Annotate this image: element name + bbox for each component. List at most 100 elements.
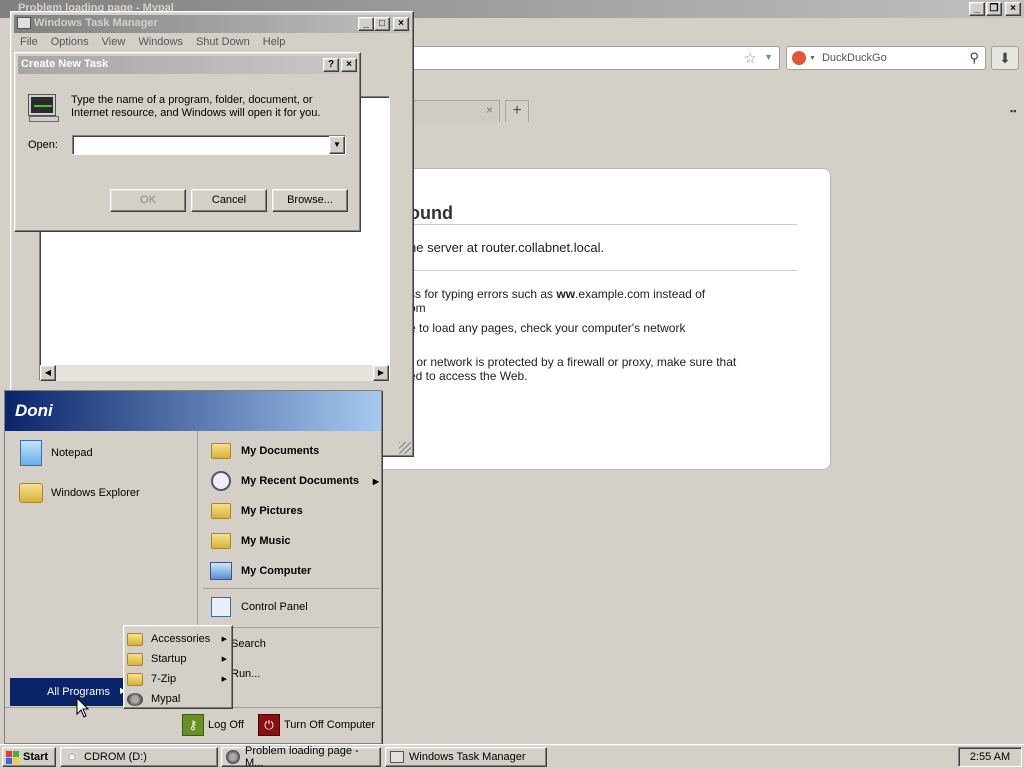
downloads-button[interactable]: ⬇ (991, 46, 1019, 70)
tip3-line1: r or network is protected by a firewall … (409, 355, 737, 369)
mypal-icon (127, 692, 143, 706)
tm-menu-file[interactable]: File (20, 36, 38, 48)
control-panel-item[interactable]: Control Panel (207, 593, 308, 621)
my-recent-documents-item[interactable]: My Recent Documents ▶ (207, 467, 379, 495)
system-tray: 2:55 AM (958, 747, 1022, 767)
browser-close-button[interactable]: × (1005, 2, 1021, 16)
submenu-arrow-icon: ▶ (372, 476, 379, 486)
download-arrow-icon: ⬇ (999, 50, 1011, 66)
tm-close-button[interactable]: × (393, 17, 409, 31)
search-item[interactable]: Search (231, 638, 266, 650)
my-documents-item[interactable]: My Documents (207, 437, 319, 465)
open-combobox[interactable]: ▼ (72, 135, 346, 155)
error-tip-1: ss for typing errors such as ww.example.… (409, 287, 705, 315)
task-manager-title: Windows Task Manager (34, 17, 158, 29)
dialog-close-button[interactable]: × (341, 58, 357, 72)
control-panel-label: Control Panel (241, 601, 308, 613)
tm-menu-options[interactable]: Options (51, 36, 89, 48)
turn-off-button[interactable]: ⏻ Turn Off Computer (258, 714, 375, 736)
log-off-label: Log Off (208, 719, 244, 731)
search-label: Search (231, 638, 266, 650)
ok-button[interactable]: OK (110, 189, 186, 212)
tip1-rest: .example.com instead of (575, 287, 706, 301)
pinned-explorer-label: Windows Explorer (51, 487, 140, 499)
right-pane-divider (203, 588, 379, 589)
pinned-windows-explorer[interactable]: Windows Explorer (17, 479, 140, 507)
help-button[interactable]: ? (323, 58, 339, 72)
search-bar[interactable]: ▼ DuckDuckGo ⚲ (786, 46, 986, 70)
submenu-item-accessories[interactable]: Accessories ▶ (127, 630, 229, 648)
clock[interactable]: 2:55 AM (970, 751, 1010, 763)
tip3-line2: ed to access the Web. (409, 369, 528, 383)
url-bar[interactable]: ☆ ▼ (400, 46, 780, 70)
power-icon: ⏻ (258, 714, 280, 736)
tm-hscrollbar[interactable]: ◀ ▶ (40, 365, 389, 381)
pinned-notepad[interactable]: Notepad (17, 439, 93, 467)
submenu-item-7zip[interactable]: 7-Zip ▶ (127, 670, 229, 688)
task-manager-taskbar-icon (390, 751, 404, 763)
my-music-label: My Music (241, 535, 291, 547)
tab-close-icon[interactable]: × (486, 103, 493, 117)
run-item[interactable]: Run... (231, 668, 260, 680)
cdrom-label: CDROM (D:) (84, 751, 147, 763)
cancel-button[interactable]: Cancel (191, 189, 267, 212)
taskbar: Start CDROM (D:) Problem loading page - … (0, 744, 1024, 769)
log-off-button[interactable]: ⚷ Log Off (182, 714, 244, 736)
startup-folder-icon (127, 652, 143, 666)
tm-resize-grip-icon[interactable] (399, 442, 411, 454)
browse-button[interactable]: Browse... (272, 189, 348, 212)
all-programs-button[interactable]: All Programs ▶ (10, 678, 131, 706)
run-icon (28, 94, 59, 123)
browser-tab[interactable]: × (400, 100, 500, 122)
scroll-right-button[interactable]: ▶ (373, 365, 389, 381)
mouse-cursor-icon (76, 697, 90, 718)
user-name: Doni (15, 401, 53, 420)
scroll-left-button[interactable]: ◀ (40, 365, 56, 381)
my-computer-item[interactable]: My Computer (207, 557, 311, 585)
open-dropdown-button[interactable]: ▼ (329, 136, 345, 154)
tm-max-button[interactable]: □ (374, 17, 390, 31)
tm-menu-help[interactable]: Help (263, 36, 286, 48)
key-icon: ⚷ (182, 714, 204, 736)
my-music-item[interactable]: My Music (207, 527, 291, 555)
search-icon[interactable]: ⚲ (969, 50, 979, 66)
browser-min-button[interactable]: _ (969, 2, 985, 16)
my-documents-icon (207, 437, 235, 465)
accessories-arrow-icon: ▶ (221, 636, 227, 643)
new-tab-button[interactable]: + (505, 100, 529, 122)
url-dropdown-icon[interactable]: ▼ (764, 52, 773, 62)
control-panel-icon (207, 593, 235, 621)
error-tip-3: r or network is protected by a firewall … (409, 355, 736, 383)
tm-menu-shutdown[interactable]: Shut Down (196, 36, 250, 48)
duckduckgo-icon (792, 51, 806, 65)
taskbar-item-browser[interactable]: Problem loading page - M... (221, 745, 381, 769)
task-manager-titlebar: Windows Task Manager (14, 15, 410, 33)
submenu-item-startup[interactable]: Startup ▶ (127, 650, 229, 668)
error-divider-1 (409, 224, 797, 225)
taskbar-item-task-manager[interactable]: Windows Task Manager (385, 747, 547, 767)
start-button[interactable]: Start (2, 747, 56, 767)
task-manager-app-icon (17, 17, 31, 29)
mypal-label: Mypal (151, 693, 181, 705)
tab-list-icon[interactable]: ▪▪ (1010, 106, 1016, 116)
tm-min-button[interactable]: _ (358, 17, 374, 31)
error-tip-2: e to load any pages, check your computer… (409, 321, 686, 335)
error-title: ound (409, 203, 453, 223)
accessories-label: Accessories (151, 633, 211, 645)
bookmark-star-icon[interactable]: ☆ (744, 49, 757, 67)
my-documents-label: My Documents (241, 445, 320, 457)
my-pictures-item[interactable]: My Pictures (207, 497, 303, 525)
7zip-label: 7-Zip (151, 673, 177, 685)
error-divider-2 (409, 270, 797, 271)
taskbar-item-cdrom[interactable]: CDROM (D:) (60, 747, 218, 767)
run-label: Run... (231, 668, 261, 680)
pinned-notepad-label: Notepad (51, 447, 93, 459)
search-engine-dropdown-icon[interactable]: ▼ (809, 55, 816, 62)
browser-restore-button[interactable]: ❐ (986, 2, 1002, 16)
error-server-msg: he server at router.collabnet.local. (409, 240, 605, 255)
tm-menu-windows[interactable]: Windows (138, 36, 183, 48)
tm-menu-view[interactable]: View (102, 36, 126, 48)
submenu-item-mypal[interactable]: Mypal (127, 690, 229, 708)
open-label: Open: (28, 139, 58, 151)
tip1-text: ss for typing errors such as (409, 287, 557, 301)
